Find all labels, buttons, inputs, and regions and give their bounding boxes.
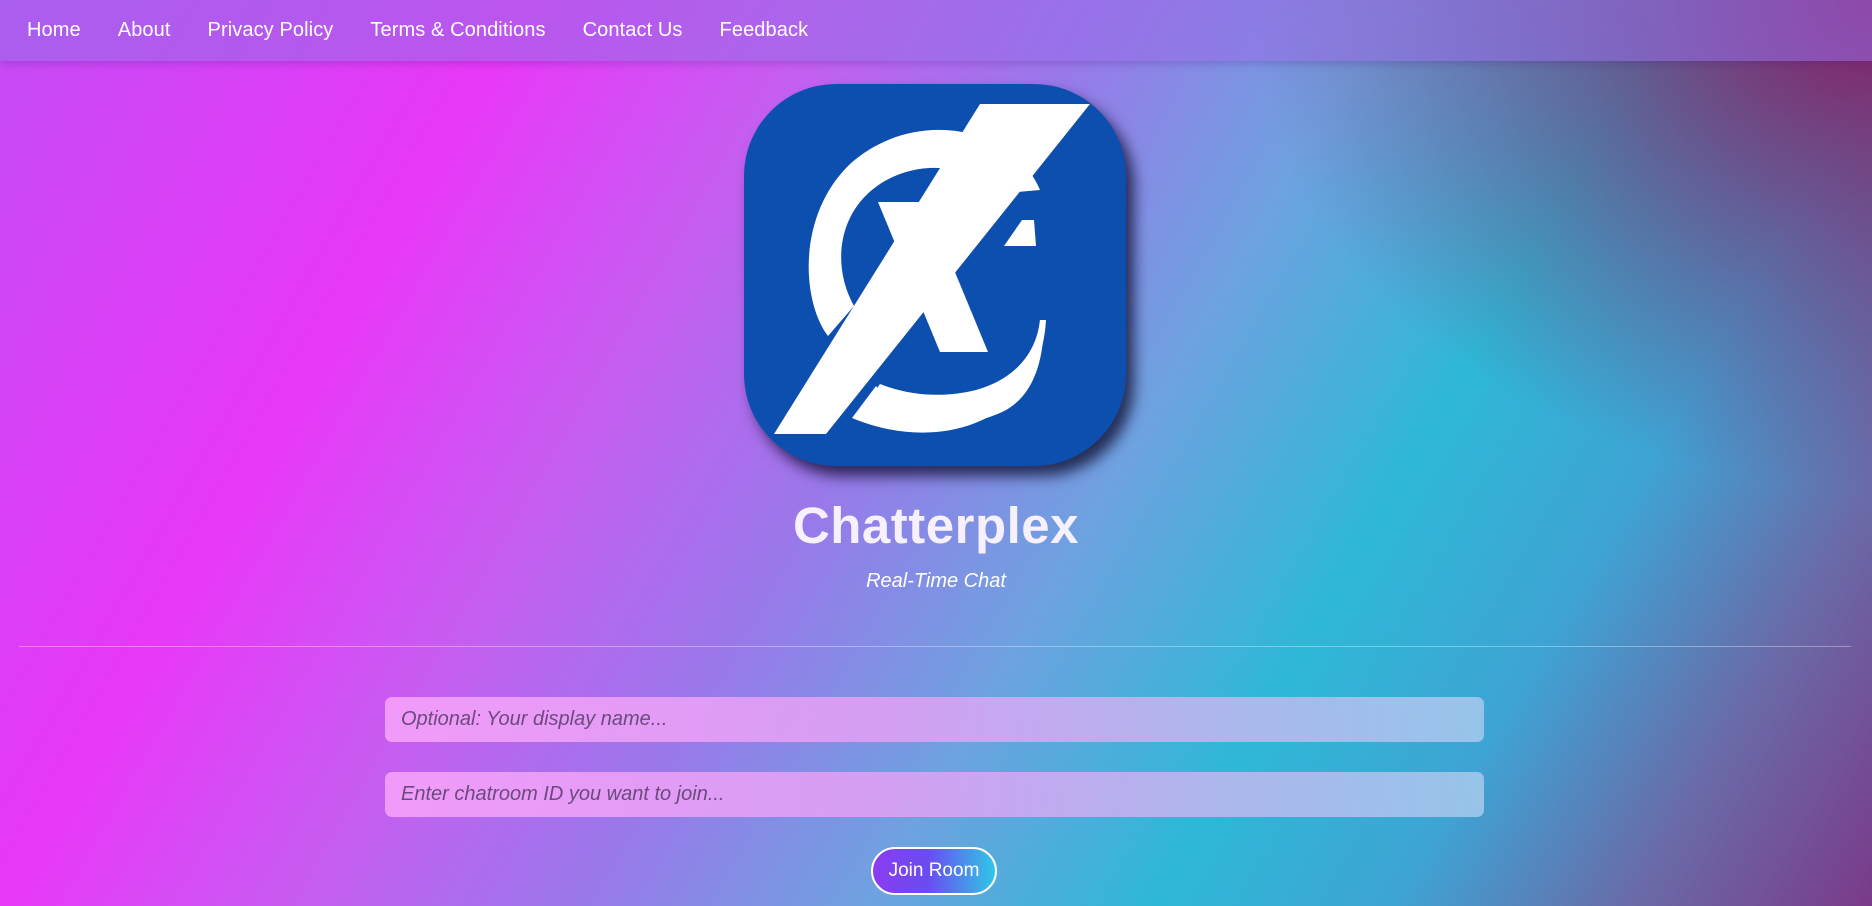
chatterplex-logo-icon bbox=[774, 104, 1090, 434]
nav-about-link[interactable]: About bbox=[118, 19, 171, 42]
nav-contact-us-link[interactable]: Contact Us bbox=[583, 19, 683, 42]
nav-privacy-policy-link[interactable]: Privacy Policy bbox=[208, 19, 334, 42]
section-divider bbox=[19, 646, 1851, 647]
join-room-button[interactable]: Join Room bbox=[871, 847, 997, 895]
nav-home-link[interactable]: Home bbox=[27, 19, 81, 42]
display-name-input[interactable] bbox=[385, 697, 1484, 742]
chatroom-id-input[interactable] bbox=[385, 772, 1484, 817]
app-logo bbox=[744, 84, 1126, 466]
top-navbar: Home About Privacy Policy Terms & Condit… bbox=[0, 0, 1872, 61]
nav-terms-link[interactable]: Terms & Conditions bbox=[370, 19, 545, 42]
nav-feedback-link[interactable]: Feedback bbox=[720, 19, 809, 42]
app-title: Chatterplex bbox=[792, 497, 1080, 554]
app-subtitle: Real-Time Chat bbox=[866, 570, 1006, 592]
